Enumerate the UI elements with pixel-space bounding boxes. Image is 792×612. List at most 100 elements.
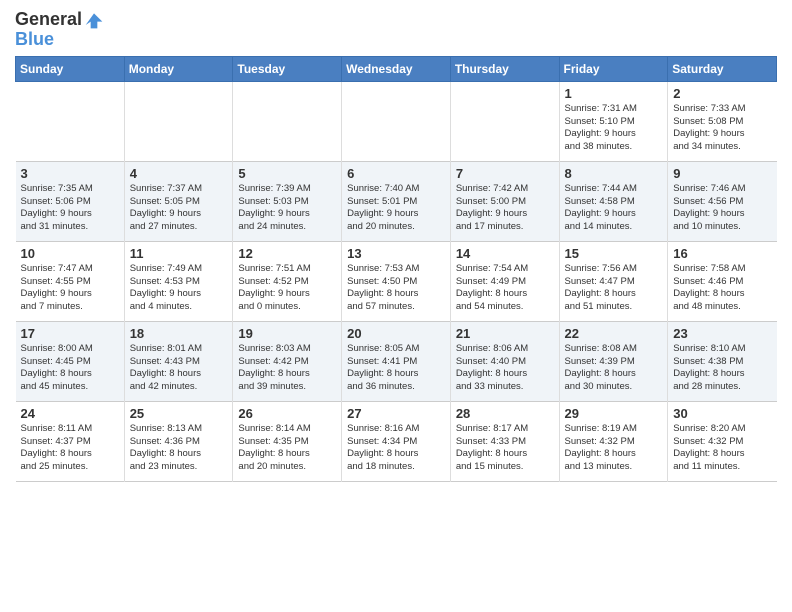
day-info: Sunrise: 8:20 AM Sunset: 4:32 PM Dayligh… [673, 423, 771, 474]
day-info: Sunrise: 8:11 AM Sunset: 4:37 PM Dayligh… [21, 423, 119, 474]
day-number: 10 [21, 246, 119, 261]
day-number: 14 [456, 246, 554, 261]
day-cell: 18 Sunrise: 8:01 AM Sunset: 4:43 PM Dayli… [124, 321, 233, 401]
day-cell [450, 81, 559, 161]
day-number: 25 [130, 406, 228, 421]
day-number: 21 [456, 326, 554, 341]
day-cell: 30 Sunrise: 8:20 AM Sunset: 4:32 PM Dayli… [668, 401, 777, 481]
col-header-thursday: Thursday [450, 56, 559, 81]
day-cell: 16Sunrise: 7:58 AM Sunset: 4:46 PM Dayli… [668, 241, 777, 321]
day-info: Sunrise: 7:58 AM Sunset: 4:46 PM Dayligh… [673, 263, 771, 314]
day-cell [233, 81, 342, 161]
day-cell: 1Sunrise: 7:31 AM Sunset: 5:10 PM Daylig… [559, 81, 668, 161]
day-info: Sunrise: 8:00 AM Sunset: 4:45 PM Dayligh… [21, 343, 119, 394]
day-number: 24 [21, 406, 119, 421]
day-cell [342, 81, 451, 161]
day-info: Sunrise: 7:53 AM Sunset: 4:50 PM Dayligh… [347, 263, 445, 314]
day-info: Sunrise: 7:42 AM Sunset: 5:00 PM Dayligh… [456, 183, 554, 234]
day-cell: 10 Sunrise: 7:47 AM Sunset: 4:55 PM Dayli… [16, 241, 125, 321]
header: General Blue [15, 10, 777, 50]
day-info: Sunrise: 7:40 AM Sunset: 5:01 PM Dayligh… [347, 183, 445, 234]
day-info: Sunrise: 8:16 AM Sunset: 4:34 PM Dayligh… [347, 423, 445, 474]
day-info: Sunrise: 8:10 AM Sunset: 4:38 PM Dayligh… [673, 343, 771, 394]
day-cell: 2 Sunrise: 7:33 AM Sunset: 5:08 PM Daylig… [668, 81, 777, 161]
day-cell: 23 Sunrise: 8:10 AM Sunset: 4:38 PM Dayli… [668, 321, 777, 401]
day-info: Sunrise: 7:44 AM Sunset: 4:58 PM Dayligh… [565, 183, 663, 234]
day-info: Sunrise: 7:39 AM Sunset: 5:03 PM Dayligh… [238, 183, 336, 234]
day-number: 23 [673, 326, 771, 341]
day-number: 18 [130, 326, 228, 341]
day-cell: 12 Sunrise: 7:51 AM Sunset: 4:52 PM Dayli… [233, 241, 342, 321]
day-number: 30 [673, 406, 771, 421]
day-number: 17 [21, 326, 119, 341]
day-cell: 7 Sunrise: 7:42 AM Sunset: 5:00 PM Daylig… [450, 161, 559, 241]
col-header-saturday: Saturday [668, 56, 777, 81]
day-cell: 14 Sunrise: 7:54 AM Sunset: 4:49 PM Dayli… [450, 241, 559, 321]
day-number: 19 [238, 326, 336, 341]
day-number: 4 [130, 166, 228, 181]
day-number: 20 [347, 326, 445, 341]
day-number: 29 [565, 406, 663, 421]
day-number: 9 [673, 166, 771, 181]
day-cell: 26 Sunrise: 8:14 AM Sunset: 4:35 PM Dayli… [233, 401, 342, 481]
day-cell: 20 Sunrise: 8:05 AM Sunset: 4:41 PM Dayli… [342, 321, 451, 401]
day-number: 2 [673, 86, 771, 101]
day-cell: 27 Sunrise: 8:16 AM Sunset: 4:34 PM Dayli… [342, 401, 451, 481]
day-info: Sunrise: 8:08 AM Sunset: 4:39 PM Dayligh… [565, 343, 663, 394]
day-cell: 24 Sunrise: 8:11 AM Sunset: 4:37 PM Dayli… [16, 401, 125, 481]
logo-icon [84, 10, 104, 30]
day-number: 5 [238, 166, 336, 181]
day-number: 7 [456, 166, 554, 181]
day-info: Sunrise: 7:54 AM Sunset: 4:49 PM Dayligh… [456, 263, 554, 314]
day-cell: 19 Sunrise: 8:03 AM Sunset: 4:42 PM Dayli… [233, 321, 342, 401]
day-number: 26 [238, 406, 336, 421]
day-cell: 15 Sunrise: 7:56 AM Sunset: 4:47 PM Dayli… [559, 241, 668, 321]
day-cell [124, 81, 233, 161]
day-info: Sunrise: 7:56 AM Sunset: 4:47 PM Dayligh… [565, 263, 663, 314]
col-header-wednesday: Wednesday [342, 56, 451, 81]
col-header-sunday: Sunday [16, 56, 125, 81]
day-info: Sunrise: 7:47 AM Sunset: 4:55 PM Dayligh… [21, 263, 119, 314]
day-info: Sunrise: 8:01 AM Sunset: 4:43 PM Dayligh… [130, 343, 228, 394]
col-header-friday: Friday [559, 56, 668, 81]
col-header-tuesday: Tuesday [233, 56, 342, 81]
day-number: 15 [565, 246, 663, 261]
day-info: Sunrise: 8:13 AM Sunset: 4:36 PM Dayligh… [130, 423, 228, 474]
day-info: Sunrise: 8:03 AM Sunset: 4:42 PM Dayligh… [238, 343, 336, 394]
day-info: Sunrise: 8:14 AM Sunset: 4:35 PM Dayligh… [238, 423, 336, 474]
day-number: 27 [347, 406, 445, 421]
day-number: 12 [238, 246, 336, 261]
day-info: Sunrise: 7:33 AM Sunset: 5:08 PM Dayligh… [673, 103, 771, 154]
logo-text-line1: General [15, 10, 82, 30]
day-cell: 5 Sunrise: 7:39 AM Sunset: 5:03 PM Daylig… [233, 161, 342, 241]
logo-text-line2: Blue [15, 30, 104, 50]
day-info: Sunrise: 7:35 AM Sunset: 5:06 PM Dayligh… [21, 183, 119, 234]
day-info: Sunrise: 8:19 AM Sunset: 4:32 PM Dayligh… [565, 423, 663, 474]
day-info: Sunrise: 7:46 AM Sunset: 4:56 PM Dayligh… [673, 183, 771, 234]
week-row-3: 10 Sunrise: 7:47 AM Sunset: 4:55 PM Dayli… [16, 241, 777, 321]
day-info: Sunrise: 8:17 AM Sunset: 4:33 PM Dayligh… [456, 423, 554, 474]
day-info: Sunrise: 7:51 AM Sunset: 4:52 PM Dayligh… [238, 263, 336, 314]
day-cell: 9 Sunrise: 7:46 AM Sunset: 4:56 PM Daylig… [668, 161, 777, 241]
day-info: Sunrise: 8:06 AM Sunset: 4:40 PM Dayligh… [456, 343, 554, 394]
logo: General Blue [15, 10, 104, 50]
day-cell: 8Sunrise: 7:44 AM Sunset: 4:58 PM Daylig… [559, 161, 668, 241]
col-header-monday: Monday [124, 56, 233, 81]
day-number: 11 [130, 246, 228, 261]
header-row: SundayMondayTuesdayWednesdayThursdayFrid… [16, 56, 777, 81]
day-number: 1 [565, 86, 663, 101]
week-row-1: 1Sunrise: 7:31 AM Sunset: 5:10 PM Daylig… [16, 81, 777, 161]
day-number: 22 [565, 326, 663, 341]
day-cell: 21 Sunrise: 8:06 AM Sunset: 4:40 PM Dayli… [450, 321, 559, 401]
day-cell: 3Sunrise: 7:35 AM Sunset: 5:06 PM Daylig… [16, 161, 125, 241]
day-number: 13 [347, 246, 445, 261]
day-cell: 28 Sunrise: 8:17 AM Sunset: 4:33 PM Dayli… [450, 401, 559, 481]
day-cell: 22 Sunrise: 8:08 AM Sunset: 4:39 PM Dayli… [559, 321, 668, 401]
day-cell: 29 Sunrise: 8:19 AM Sunset: 4:32 PM Dayli… [559, 401, 668, 481]
day-cell: 25 Sunrise: 8:13 AM Sunset: 4:36 PM Dayli… [124, 401, 233, 481]
day-cell: 4Sunrise: 7:37 AM Sunset: 5:05 PM Daylig… [124, 161, 233, 241]
day-cell: 11Sunrise: 7:49 AM Sunset: 4:53 PM Dayli… [124, 241, 233, 321]
day-number: 28 [456, 406, 554, 421]
day-info: Sunrise: 8:05 AM Sunset: 4:41 PM Dayligh… [347, 343, 445, 394]
day-cell: 6Sunrise: 7:40 AM Sunset: 5:01 PM Daylig… [342, 161, 451, 241]
